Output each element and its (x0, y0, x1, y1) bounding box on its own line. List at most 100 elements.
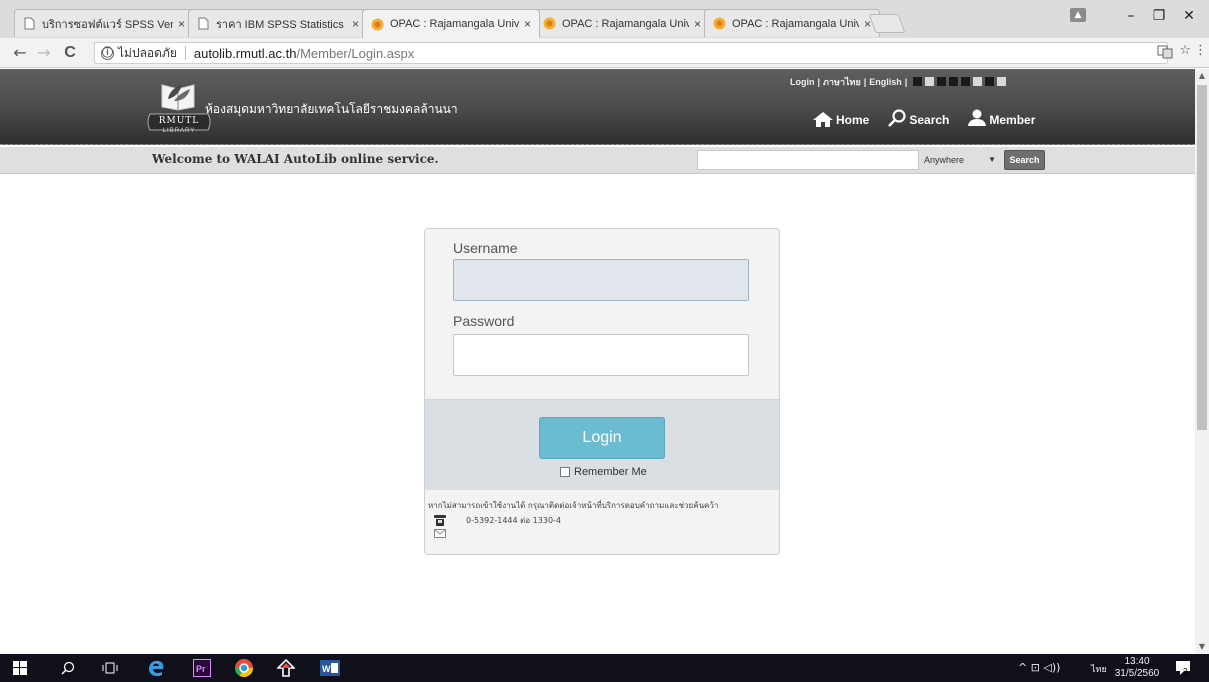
tab-close-icon[interactable]: × (352, 17, 359, 31)
search-icon (888, 109, 906, 127)
word-icon[interactable]: W (320, 658, 340, 678)
info-icon[interactable]: ⓘ (101, 46, 114, 60)
theme-swatch[interactable] (973, 76, 983, 86)
help-text: หากไม่สามารถเข้าใช้งานได้ กรุณาติดต่อเจ้… (428, 501, 719, 510)
english-language-link[interactable]: English (869, 77, 902, 87)
thai-language-link[interactable]: ภาษาไทย (823, 75, 861, 89)
tab-label: บริการซอฟต์แวร์ SPSS Versi (42, 18, 173, 31)
theme-swatch[interactable] (997, 76, 1007, 86)
page-scrollbar[interactable]: ▲ ▼ (1195, 69, 1209, 654)
web-page: RMUTL LIBRARY ห้องสมุดมหาวิทยาลัยเทคโนโล… (0, 69, 1195, 654)
search-scope-select[interactable]: Anywhere ▼ (920, 150, 1002, 170)
theme-swatch[interactable] (925, 76, 935, 86)
tab-close-icon[interactable]: × (694, 17, 701, 31)
tab-close-icon[interactable]: × (524, 17, 531, 31)
page-icon (23, 17, 36, 30)
input-language[interactable]: ไทย (1091, 662, 1107, 676)
nav-label: Member (989, 113, 1036, 127)
task-view-icon[interactable] (100, 658, 120, 678)
tab-label: ราคา IBM SPSS Statistics (216, 18, 344, 31)
menu-icon[interactable]: ⋮ (1194, 43, 1207, 58)
search-scope-value: Anywhere (924, 155, 965, 165)
address-bar[interactable]: ⓘ ไม่ปลอดภัย autolib.rmutl.ac.th/Member/… (94, 42, 1168, 64)
nav-search[interactable]: Search (887, 109, 949, 127)
dropdown-arrow-icon: ▼ (988, 155, 996, 164)
close-window-button[interactable]: ✕ (1176, 6, 1202, 26)
app-arrow-icon[interactable] (276, 658, 296, 678)
windows-start-icon[interactable] (10, 658, 30, 678)
theme-swatch[interactable] (961, 76, 971, 86)
screen: บริการซอฟต์แวร์ SPSS Versi × ราคา IBM SP… (0, 0, 1209, 682)
phone-icon (434, 515, 446, 526)
tab-opac-3[interactable]: OPAC : Rajamangala Univ × (704, 9, 880, 37)
tab-spss-service[interactable]: บริการซอฟต์แวร์ SPSS Versi × (14, 9, 194, 37)
theme-swatch[interactable] (913, 76, 923, 86)
search-input[interactable] (697, 150, 919, 170)
contact-phone: 0-5392-1444 ต่อ 1330-4 (434, 514, 561, 527)
username-label: Username (453, 240, 518, 256)
remember-me-checkbox[interactable] (560, 467, 570, 477)
scroll-down-icon[interactable]: ▼ (1195, 640, 1209, 654)
tab-opac-active[interactable]: OPAC : Rajamangala Univ × (362, 9, 540, 38)
browser-toolbar: ← → C ⓘ ไม่ปลอดภัย autolib.rmutl.ac.th/M… (0, 38, 1209, 68)
theme-swatch[interactable] (937, 76, 947, 86)
tab-label: OPAC : Rajamangala Univ (390, 18, 519, 30)
library-logo-icon (161, 83, 195, 111)
nav-member[interactable]: Member (967, 109, 1035, 127)
tab-label: OPAC : Rajamangala Univ (562, 17, 689, 30)
chrome-icon[interactable] (234, 658, 254, 678)
profile-icon[interactable]: ▲ (1070, 8, 1086, 22)
clock[interactable]: 13:40 31/5/2560 (1112, 656, 1162, 680)
notification-center-icon[interactable]: 2 (1175, 660, 1191, 676)
divider: | (863, 77, 867, 87)
forward-button[interactable]: → (34, 43, 54, 63)
reload-button[interactable]: C (60, 43, 80, 63)
theme-swatches (910, 76, 1007, 88)
opac-favicon-icon (371, 18, 384, 31)
top-links: Login | ภาษาไทย | English | (790, 75, 1007, 89)
remember-me[interactable]: Remember Me (560, 466, 647, 478)
main-nav: Home Search Member (812, 109, 1035, 127)
svg-text:W: W (322, 664, 331, 674)
nav-home[interactable]: Home (812, 111, 869, 127)
back-button[interactable]: ← (10, 43, 30, 63)
scroll-up-icon[interactable]: ▲ (1195, 69, 1209, 83)
clock-date: 31/5/2560 (1114, 668, 1160, 679)
tab-label: OPAC : Rajamangala Univ (732, 17, 859, 30)
svg-text:Pr: Pr (196, 664, 206, 674)
minimize-button[interactable]: – (1118, 6, 1144, 26)
url-path: /Member/Login.aspx (296, 45, 415, 61)
security-status[interactable]: ไม่ปลอดภัย (118, 44, 177, 63)
divider: | (817, 77, 821, 87)
scroll-thumb[interactable] (1197, 85, 1207, 430)
translate-icon[interactable] (1157, 45, 1173, 63)
theme-swatch[interactable] (949, 76, 959, 86)
opac-favicon-icon (713, 17, 726, 30)
tab-close-icon[interactable]: × (178, 17, 185, 31)
tab-opac-2[interactable]: OPAC : Rajamangala Univ × (534, 9, 710, 37)
new-tab-button[interactable] (868, 14, 906, 33)
star-icon[interactable]: ☆ (1179, 43, 1191, 58)
welcome-bar: Welcome to WALAI AutoLib online service.… (0, 147, 1195, 174)
maximize-button[interactable]: ❐ (1146, 6, 1172, 26)
mail-icon[interactable] (434, 529, 446, 538)
tab-spss-price[interactable]: ราคา IBM SPSS Statistics × (188, 9, 368, 37)
premiere-icon[interactable]: Pr (192, 658, 212, 678)
password-field[interactable] (453, 334, 749, 376)
welcome-text: Welcome to WALAI AutoLib online service. (152, 152, 439, 166)
theme-swatch[interactable] (985, 76, 995, 86)
search-button[interactable]: Search (1004, 150, 1045, 170)
login-link[interactable]: Login (790, 77, 815, 87)
username-field[interactable] (453, 259, 749, 301)
search-icon[interactable] (58, 658, 78, 678)
phone-number: 0-5392-1444 ต่อ 1330-4 (466, 516, 562, 525)
divider (184, 46, 186, 60)
site-header: RMUTL LIBRARY ห้องสมุดมหาวิทยาลัยเทคโนโล… (0, 69, 1195, 145)
url-host: autolib.rmutl.ac.th (193, 45, 297, 61)
nav-label: Search (909, 113, 950, 127)
edge-browser-icon[interactable] (146, 658, 166, 678)
logo-subtext: LIBRARY (162, 128, 196, 134)
login-button[interactable]: Login (539, 417, 665, 459)
login-panel: Username Password Login Remember Me หากไ… (424, 228, 780, 555)
tab-strip: บริการซอฟต์แวร์ SPSS Versi × ราคา IBM SP… (0, 0, 1209, 38)
